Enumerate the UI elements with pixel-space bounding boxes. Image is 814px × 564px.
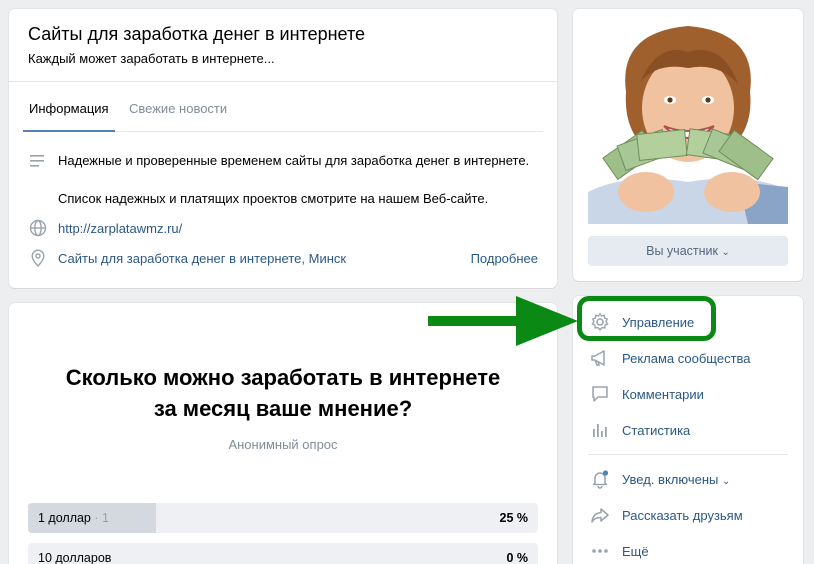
poll-option-text: 10 долларов [38, 551, 112, 564]
poll-option[interactable]: 10 долларов 0 % [28, 543, 538, 564]
menu-label-more: Ещё [622, 544, 649, 559]
menu-label-advertise: Реклама сообщества [622, 351, 751, 366]
share-icon [591, 508, 609, 523]
annotation-arrow-icon [428, 296, 578, 346]
group-photo-card: Вы участник ⌄ [573, 9, 803, 281]
menu-label-statistics: Статистика [622, 423, 691, 438]
menu-item-more[interactable]: Ещё [588, 535, 788, 564]
menu-label-share: Рассказать друзьям [622, 508, 743, 523]
menu-item-share[interactable]: Рассказать друзьям [588, 499, 788, 531]
more-icon [592, 549, 608, 553]
poll-option-count: · 1 [94, 511, 109, 525]
poll-option-percent: 0 % [506, 551, 528, 564]
comment-icon [592, 386, 608, 402]
poll-type-label: Анонимный опрос [228, 437, 338, 452]
poll-option-text: 1 доллар [38, 511, 91, 525]
menu-label-comments: Комментарии [622, 387, 704, 402]
tab-fresh-news[interactable]: Свежие новости [129, 101, 227, 116]
poll-option-label: 1 доллар · 1 [38, 511, 109, 525]
chevron-down-icon: ⌄ [721, 476, 731, 487]
location-link[interactable]: Сайты для заработка денег в интернете, М… [58, 251, 346, 266]
description-icon [30, 155, 44, 167]
group-title: Сайты для заработка денег в интернете [28, 24, 365, 44]
group-avatar-photo[interactable] [588, 22, 788, 224]
poll-option[interactable]: 1 доллар · 1 25 % [28, 503, 538, 533]
poll-option-label: 10 долларов [38, 551, 111, 564]
annotation-highlight-box [577, 296, 716, 341]
notifications-label-text: Увед. включены [622, 472, 719, 487]
poll-question-line-1: Сколько можно заработать в интернете [65, 365, 501, 390]
active-tab-indicator [23, 130, 115, 132]
website-link[interactable]: http://zarplatawmz.ru/ [58, 221, 182, 236]
globe-icon [29, 219, 47, 237]
boy-with-money-image [588, 22, 788, 224]
description-line-2: Список надежных и платящих проектов смот… [58, 191, 489, 206]
member-status-label: Вы участник [646, 244, 718, 258]
member-status-button[interactable]: Вы участник ⌄ [588, 236, 788, 266]
megaphone-icon [591, 350, 605, 366]
bell-icon [592, 470, 609, 489]
location-icon [31, 249, 45, 267]
poll-question-line-2: за месяц ваше мнение? [153, 396, 413, 421]
menu-item-notifications[interactable]: Увед. включены ⌄ [588, 463, 788, 495]
tab-information[interactable]: Информация [29, 101, 109, 116]
description-line-1: Надежные и проверенные временем сайты дл… [58, 153, 530, 168]
chevron-down-icon: ⌄ [721, 247, 730, 258]
menu-divider [588, 454, 788, 455]
more-details-link[interactable]: Подробнее [471, 251, 538, 266]
menu-item-statistics[interactable]: Статистика [588, 414, 788, 446]
group-status[interactable]: Каждый может заработать в интернете... [28, 51, 275, 66]
divider [9, 81, 557, 82]
group-info-card: Сайты для заработка денег в интернете Ка… [9, 9, 557, 288]
poll-option-percent: 25 % [499, 511, 529, 525]
menu-label-notifications: Увед. включены ⌄ [622, 472, 730, 487]
stats-icon [593, 424, 607, 437]
poll-question: Сколько можно заработать в интернете за … [29, 362, 537, 424]
menu-item-advertise[interactable]: Реклама сообщества [588, 342, 788, 374]
menu-item-comments[interactable]: Комментарии [588, 378, 788, 410]
